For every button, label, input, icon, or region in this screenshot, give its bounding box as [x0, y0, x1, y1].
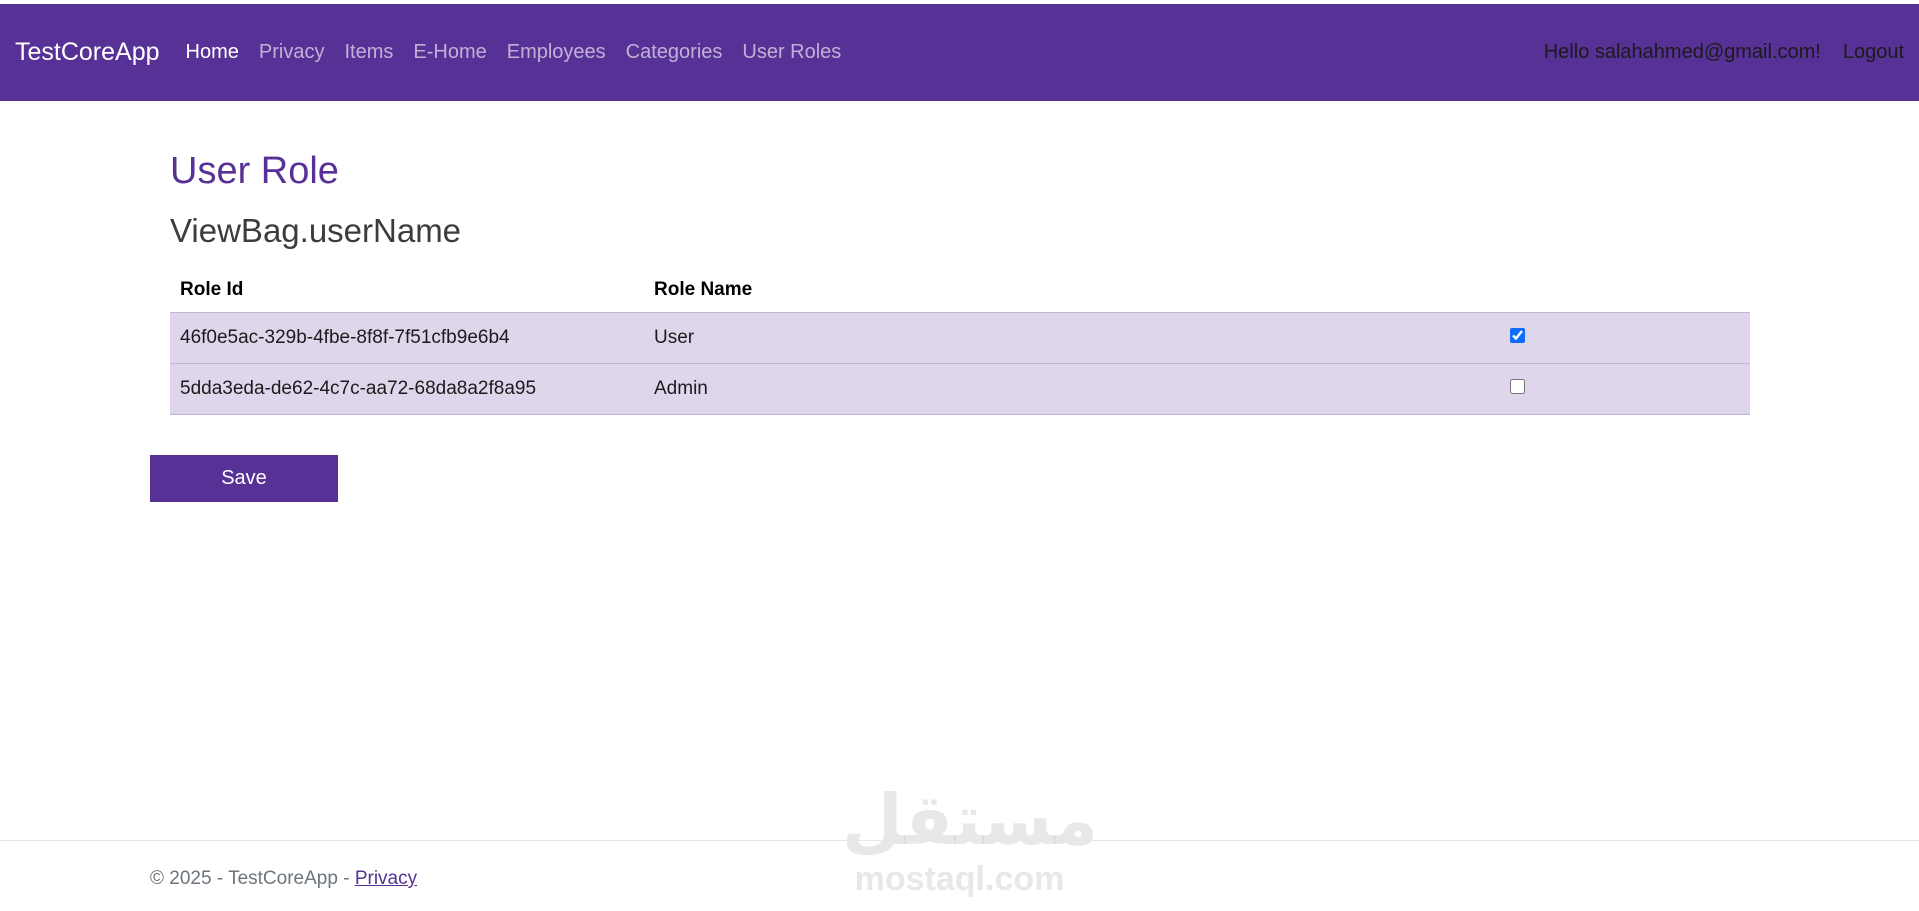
role-select-cell: [1498, 363, 1750, 415]
role-id-cell: 5dda3eda-de62-4c7c-aa72-68da8a2f8a95: [170, 363, 644, 415]
nav-link-employees[interactable]: Employees: [497, 41, 616, 64]
role-name-cell: Admin: [644, 363, 1498, 415]
footer-privacy-link[interactable]: Privacy: [355, 868, 417, 889]
nav-links: Home Privacy Items E-Home Employees Cate…: [176, 41, 852, 64]
watermark-latin-text: mostaql.com: [854, 860, 1065, 898]
nav-link-e-home[interactable]: E-Home: [403, 41, 496, 64]
role-checkbox-user[interactable]: [1510, 328, 1525, 343]
table-header-row: Role Id Role Name: [170, 267, 1750, 313]
role-select-cell: [1498, 312, 1750, 364]
logout-button[interactable]: Logout: [1843, 41, 1904, 64]
column-header-role-name: Role Name: [654, 278, 753, 300]
brand-link[interactable]: TestCoreApp: [15, 38, 160, 67]
footer-copyright: © 2025 - TestCoreApp -: [150, 868, 355, 889]
user-nav: Hello salahahmed@gmail.com! Logout: [1544, 41, 1904, 64]
nav-link-items[interactable]: Items: [334, 41, 403, 64]
nav-link-user-roles[interactable]: User Roles: [732, 41, 851, 64]
top-navbar: TestCoreApp Home Privacy Items E-Home Em…: [0, 4, 1919, 101]
footer-divider: [0, 840, 1919, 841]
user-roles-table: Role Id Role Name 46f0e5ac-329b-4fbe-8f8…: [170, 267, 1750, 415]
nav-link-privacy[interactable]: Privacy: [249, 41, 335, 64]
role-name-cell: User: [644, 312, 1498, 364]
user-name-heading: ViewBag.userName: [170, 212, 462, 249]
column-header-select: [1498, 267, 1750, 313]
user-greeting-link[interactable]: Hello salahahmed@gmail.com!: [1544, 41, 1821, 64]
nav-link-categories[interactable]: Categories: [616, 41, 733, 64]
role-checkbox-admin[interactable]: [1510, 379, 1525, 394]
watermark-logo: مستقل mostaql.com: [842, 780, 1099, 898]
role-id-cell: 46f0e5ac-329b-4fbe-8f8f-7f51cfb9e6b4: [170, 312, 644, 364]
column-header-role-id: Role Id: [180, 278, 244, 300]
table-row: 5dda3eda-de62-4c7c-aa72-68da8a2f8a95 Adm…: [170, 363, 1750, 415]
save-button[interactable]: Save: [150, 455, 338, 502]
nav-link-home[interactable]: Home: [176, 41, 249, 64]
table-row: 46f0e5ac-329b-4fbe-8f8f-7f51cfb9e6b4 Use…: [170, 312, 1750, 364]
page-title: User Role: [170, 150, 339, 192]
footer: © 2025 - TestCoreApp - Privacy: [150, 868, 417, 890]
watermark-arabic-text: مستقل: [842, 781, 1099, 859]
